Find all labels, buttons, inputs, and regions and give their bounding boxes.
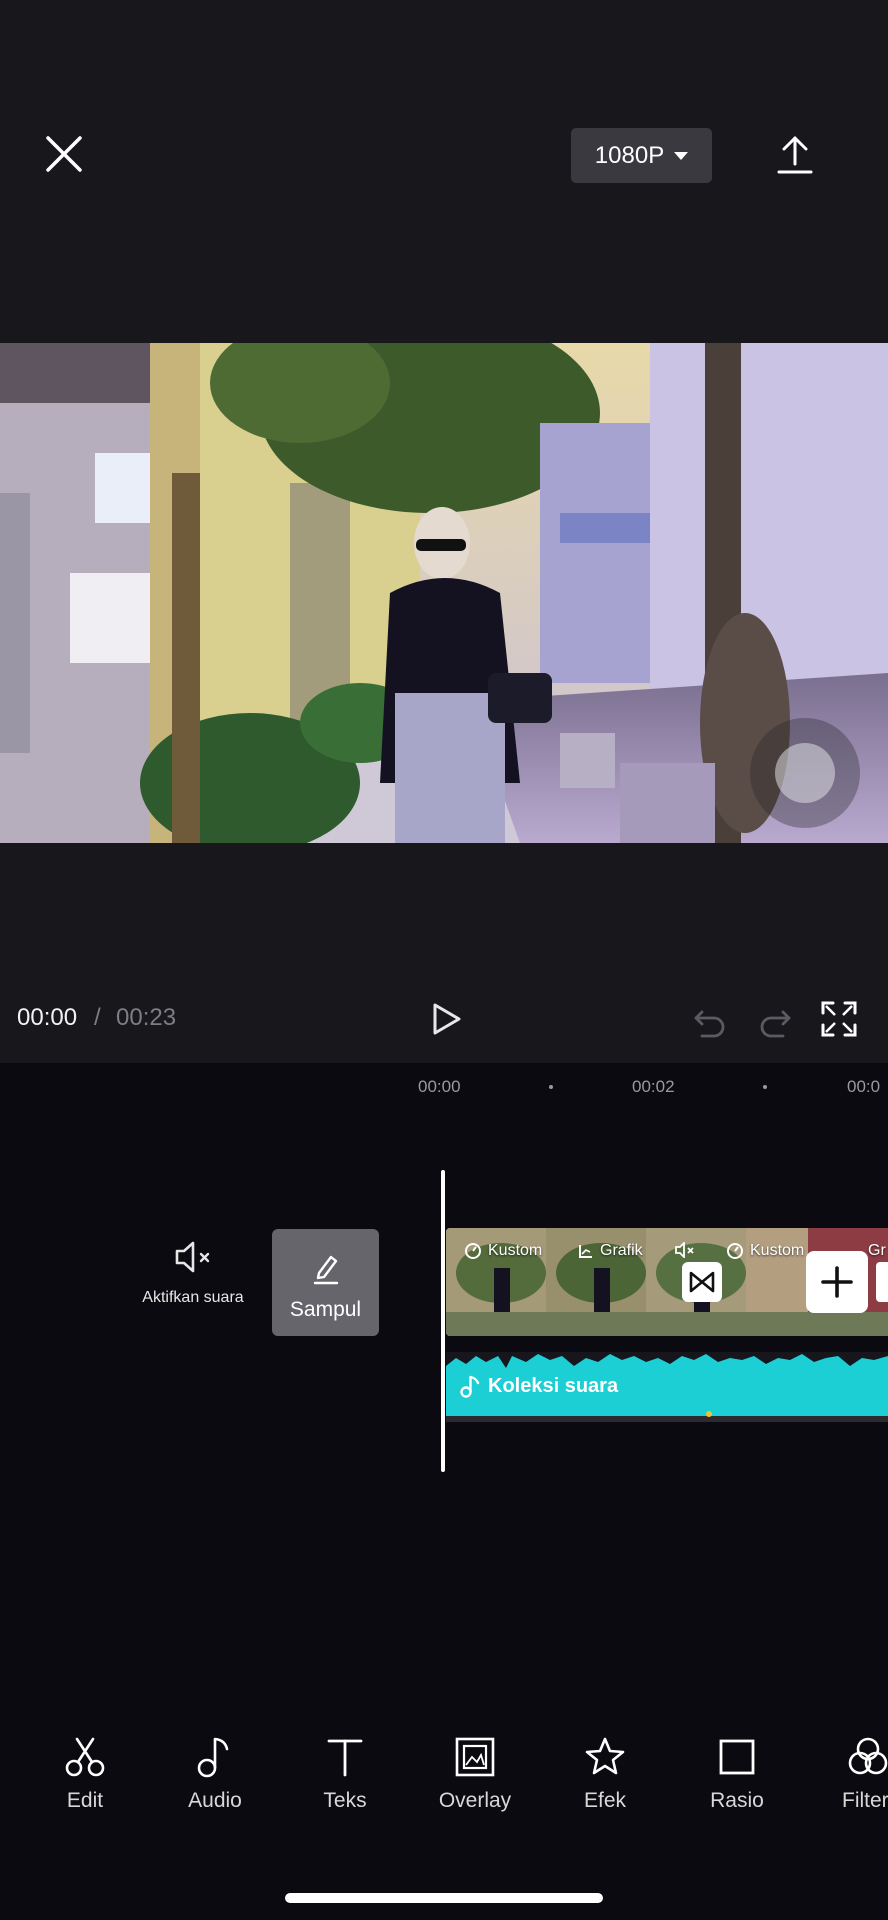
clip-tag (674, 1242, 696, 1258)
ruler-label: 00:0 (847, 1077, 881, 1096)
toolbar-filter[interactable]: Filter (812, 1735, 888, 1813)
clip-tag-label: Gr (868, 1242, 886, 1259)
toolbar-ratio[interactable]: Rasio (682, 1735, 792, 1813)
end-button[interactable] (876, 1262, 888, 1302)
ruler-label: 00:02 (632, 1077, 675, 1096)
toolbar-label: Teks (323, 1789, 367, 1812)
clip-tag-label: Kustom (488, 1242, 543, 1259)
playhead[interactable] (441, 1170, 445, 1472)
toolbar-effects[interactable]: Efek (550, 1735, 660, 1813)
export-button[interactable] (770, 130, 820, 180)
clip-tag-label: Kustom (750, 1242, 805, 1259)
close-button[interactable] (40, 130, 88, 178)
transition-button[interactable] (682, 1262, 722, 1302)
overlay-icon (455, 1737, 495, 1777)
ruler-dot (763, 1085, 767, 1089)
clip-tag: Kustom (726, 1242, 804, 1260)
toolbar-label: Rasio (710, 1789, 764, 1812)
toolbar-label: Efek (583, 1789, 627, 1812)
star-icon (585, 1737, 625, 1775)
fullscreen-icon (821, 1001, 857, 1037)
add-clip-button[interactable] (806, 1251, 868, 1313)
speaker-muted-icon (175, 1241, 210, 1273)
pencil-icon (313, 1255, 338, 1285)
unmute-label: Aktifkan suara (142, 1289, 244, 1306)
audio-track[interactable]: Koleksi suara (446, 1352, 888, 1416)
toolbar-audio[interactable]: Audio (160, 1735, 270, 1813)
clip-tag: Kustom (464, 1242, 542, 1260)
redo-icon (760, 1010, 791, 1038)
play-button[interactable] (426, 1000, 464, 1038)
scissors-icon (65, 1737, 105, 1777)
clip-tag: Grafik (578, 1242, 643, 1260)
square-icon (719, 1739, 755, 1775)
clip-tag: Gr (868, 1242, 886, 1260)
toolbar-label: Filter (842, 1789, 888, 1812)
cover-label: Sampul (289, 1298, 362, 1321)
audio-track-base (446, 1416, 888, 1422)
caret-down-icon (674, 151, 689, 160)
toolbar-label: Edit (66, 1789, 104, 1812)
current-time: 00:00 (17, 1004, 78, 1031)
filter-icon (848, 1737, 888, 1775)
graph-icon (579, 1245, 592, 1258)
undo-icon (694, 1010, 725, 1038)
top-bar (0, 0, 888, 343)
toolbar-label: Overlay (438, 1789, 512, 1812)
music-note-icon (460, 1375, 480, 1398)
audio-beat-marker (706, 1411, 712, 1417)
toolbar-label: Audio (188, 1789, 242, 1812)
video-preview[interactable] (0, 343, 888, 843)
home-indicator[interactable] (285, 1893, 603, 1903)
unmute-button[interactable]: Aktifkan suara (120, 1240, 266, 1307)
text-icon (327, 1739, 363, 1777)
resolution-dropdown[interactable]: 1080P (571, 128, 712, 183)
clip-tag-label: Grafik (600, 1242, 643, 1259)
undo-button[interactable] (692, 1002, 728, 1038)
audio-label: Koleksi suara (488, 1374, 619, 1397)
resolution-label: 1080P (594, 141, 665, 169)
upload-icon (777, 136, 813, 174)
ruler-dot (549, 1085, 553, 1089)
speaker-muted-icon (675, 1242, 694, 1258)
close-icon (46, 136, 82, 172)
video-frame (0, 343, 888, 843)
ruler-label: 00:00 (418, 1077, 461, 1096)
music-note-icon (197, 1737, 229, 1778)
speed-icon (465, 1243, 481, 1259)
toolbar-text[interactable]: Teks (290, 1735, 400, 1813)
cover-button[interactable]: Sampul (272, 1229, 379, 1336)
total-time: 00:23 (116, 1004, 177, 1031)
speed-icon (727, 1243, 743, 1259)
audio-label-wrap: Koleksi suara (460, 1374, 618, 1398)
play-icon (433, 1003, 461, 1035)
time-separator: / (94, 1004, 101, 1031)
fullscreen-button[interactable] (820, 1000, 858, 1038)
plus-icon (821, 1266, 853, 1298)
transition-icon (689, 1271, 715, 1293)
toolbar-overlay[interactable]: Overlay (420, 1735, 530, 1813)
redo-button[interactable] (757, 1002, 793, 1038)
toolbar-edit[interactable]: Edit (30, 1735, 140, 1813)
